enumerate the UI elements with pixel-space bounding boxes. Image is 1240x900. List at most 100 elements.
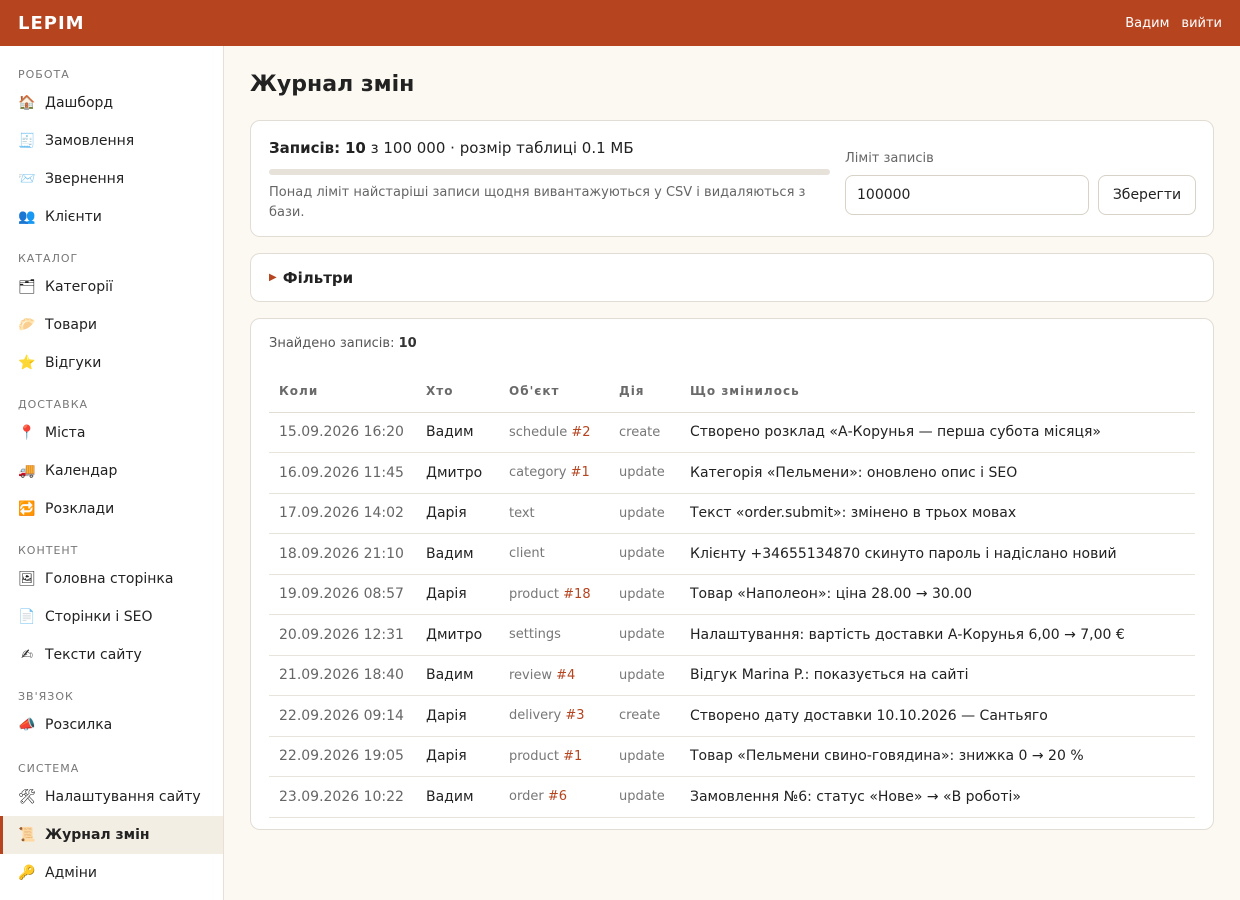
object-type: delivery <box>509 708 562 724</box>
column-header-when[interactable]: Коли <box>269 378 416 413</box>
table-row[interactable]: 16.09.2026 11:45 Дмитро category #1 update К… <box>269 452 1195 494</box>
sidebar-item[interactable]: 📣 Розсилка <box>0 706 223 744</box>
pin-icon: 📍 <box>18 425 36 441</box>
save-button[interactable]: Зберегти <box>1098 175 1196 215</box>
object-type: text <box>509 505 535 521</box>
object-type: review <box>509 667 552 683</box>
sidebar-item[interactable]: 🧾 Замовлення <box>0 122 223 160</box>
object-type: settings <box>509 627 561 643</box>
sidebar-item[interactable]: 📍 Міста <box>0 414 223 452</box>
star-icon: ⭐ <box>18 355 36 371</box>
cell-who: Вадим <box>416 533 499 575</box>
cell-who: Вадим <box>416 412 499 453</box>
cell-object: settings <box>499 614 609 656</box>
records-summary: Записів: 10 з 100 000 · розмір таблиці 0… <box>269 139 1195 157</box>
dumpling-icon: 🥟 <box>18 317 36 333</box>
object-id-link[interactable]: #18 <box>563 587 590 602</box>
logout-link[interactable]: вийти <box>1181 16 1222 31</box>
top-bar: LEPIM Вадим вийти <box>0 0 1240 46</box>
cell-who: Дмитро <box>416 614 499 656</box>
table-row[interactable]: 19.09.2026 08:57 Дарія product #18 update То… <box>269 574 1195 615</box>
sidebar-item[interactable]: 🔑 Адміни <box>0 854 223 892</box>
sidebar-item-label: Категорії <box>45 279 113 295</box>
truck-icon: 🚚 <box>18 463 36 479</box>
cell-object: product #1 <box>499 736 609 777</box>
limit-note: Понад ліміт найстаріші записи щодня вива… <box>269 185 806 220</box>
tools-icon: 🛠 <box>18 789 36 805</box>
table-row[interactable]: 15.09.2026 16:20 Вадим schedule #2 create Ст… <box>269 412 1195 453</box>
object-id-link[interactable]: #1 <box>563 749 582 764</box>
sidebar-item-label: Дашборд <box>45 95 114 111</box>
cell-when: 22.09.2026 19:05 <box>269 736 416 777</box>
sidebar-item[interactable]: 👥 Клієнти <box>0 198 223 236</box>
cell-who: Дарія <box>416 574 499 615</box>
cell-what: Створено розклад «А-Корунья — перша субо… <box>680 412 1195 453</box>
cell-when: 23.09.2026 10:22 <box>269 776 416 818</box>
sidebar-item[interactable]: 🚚 Календар <box>0 452 223 490</box>
object-type: product <box>509 586 560 602</box>
object-id-link[interactable]: #6 <box>548 789 567 804</box>
sidebar-item[interactable]: 🖼 Головна сторінка <box>0 560 223 598</box>
user-name-link[interactable]: Вадим <box>1125 16 1169 31</box>
sidebar-item[interactable]: 📄 Сторінки і SEO <box>0 598 223 636</box>
sidebar-item[interactable]: ✍ Тексти сайту <box>0 636 223 674</box>
receipt-icon: 🧾 <box>18 133 36 149</box>
cell-when: 21.09.2026 18:40 <box>269 655 416 696</box>
sidebar-section: Зв'язок 📣 Розсилка <box>0 690 223 744</box>
column-header-who[interactable]: Хто <box>416 378 499 413</box>
sidebar-item[interactable]: 🏠 Дашборд <box>0 84 223 122</box>
user-box: Вадим вийти <box>1125 16 1222 31</box>
cell-who: Дарія <box>416 493 499 534</box>
filters-toggle[interactable]: ▶ Фільтри <box>250 253 1214 302</box>
sidebar-item[interactable]: 📨 Звернення <box>0 160 223 198</box>
brand-logo[interactable]: LEPIM <box>18 13 85 34</box>
table-row[interactable]: 20.09.2026 12:31 Дмитро settings update Нал… <box>269 614 1195 656</box>
users-icon: 👥 <box>18 209 36 225</box>
limit-card: Записів: 10 з 100 000 · розмір таблиці 0… <box>250 120 1214 237</box>
cell-what: Клієнту +34655134870 скинуто пароль і на… <box>680 533 1195 575</box>
limit-input[interactable] <box>845 175 1089 215</box>
found-number: 10 <box>398 336 417 351</box>
cell-who: Дарія <box>416 736 499 777</box>
sidebar-item-label: Розсилка <box>45 717 113 733</box>
table-row[interactable]: 21.09.2026 18:40 Вадим review #4 update Відг… <box>269 655 1195 696</box>
cell-object: text <box>499 493 609 534</box>
object-id-link[interactable]: #3 <box>565 708 584 723</box>
object-id-link[interactable]: #4 <box>556 668 575 683</box>
sidebar-section-title: Доставка <box>18 398 89 411</box>
sidebar-item[interactable]: 🗂 Категорії <box>0 268 223 306</box>
sidebar-item[interactable]: 🛠 Налаштування сайту <box>0 778 223 816</box>
cell-when: 18.09.2026 21:10 <box>269 533 416 575</box>
cell-who: Дмитро <box>416 452 499 494</box>
sidebar-item[interactable]: 📜 Журнал змін <box>0 816 223 854</box>
sidebar-item[interactable]: 🔁 Розклади <box>0 490 223 528</box>
filters-label: Фільтри <box>282 268 354 287</box>
cell-action: update <box>609 533 680 575</box>
found-label: Знайдено записів: <box>269 336 395 351</box>
object-id-link[interactable]: #1 <box>571 465 590 480</box>
cell-object: client <box>499 533 609 575</box>
sidebar-item[interactable]: ⭐ Відгуки <box>0 344 223 382</box>
table-row[interactable]: 18.09.2026 21:10 Вадим client update Клієнт… <box>269 533 1195 575</box>
cell-action: update <box>609 493 680 534</box>
object-id-link[interactable]: #2 <box>571 425 590 440</box>
cell-what: Категорія «Пельмени»: оновлено опис і SE… <box>680 452 1195 494</box>
cell-what: Текст «order.submit»: змінено в трьох мо… <box>680 493 1195 534</box>
sidebar-item-label: Міста <box>45 425 86 441</box>
log-table: Коли Хто Об'єкт Дія Що змінилось 15.09.2… <box>269 378 1195 818</box>
found-count: Знайдено записів: 10 <box>269 336 1195 352</box>
table-row[interactable]: 23.09.2026 10:22 Вадим order #6 update Замов… <box>269 776 1195 818</box>
repeat-icon: 🔁 <box>18 501 36 517</box>
cell-when: 19.09.2026 08:57 <box>269 574 416 615</box>
table-row[interactable]: 17.09.2026 14:02 Дарія text update Текст «o… <box>269 493 1195 534</box>
cell-action: update <box>609 776 680 818</box>
table-row[interactable]: 22.09.2026 09:14 Дарія delivery #3 create Ст… <box>269 695 1195 737</box>
column-header-action[interactable]: Дія <box>609 378 680 413</box>
cell-when: 17.09.2026 14:02 <box>269 493 416 534</box>
sidebar-item[interactable]: 🥟 Товари <box>0 306 223 344</box>
column-header-object[interactable]: Об'єкт <box>499 378 609 413</box>
column-header-what[interactable]: Що змінилось <box>680 378 1195 413</box>
table-row[interactable]: 22.09.2026 19:05 Дарія product #1 update Тов… <box>269 736 1195 777</box>
cell-what: Товар «Наполеон»: ціна 28.00 → 30.00 <box>680 574 1195 615</box>
key-icon: 🔑 <box>18 865 36 881</box>
